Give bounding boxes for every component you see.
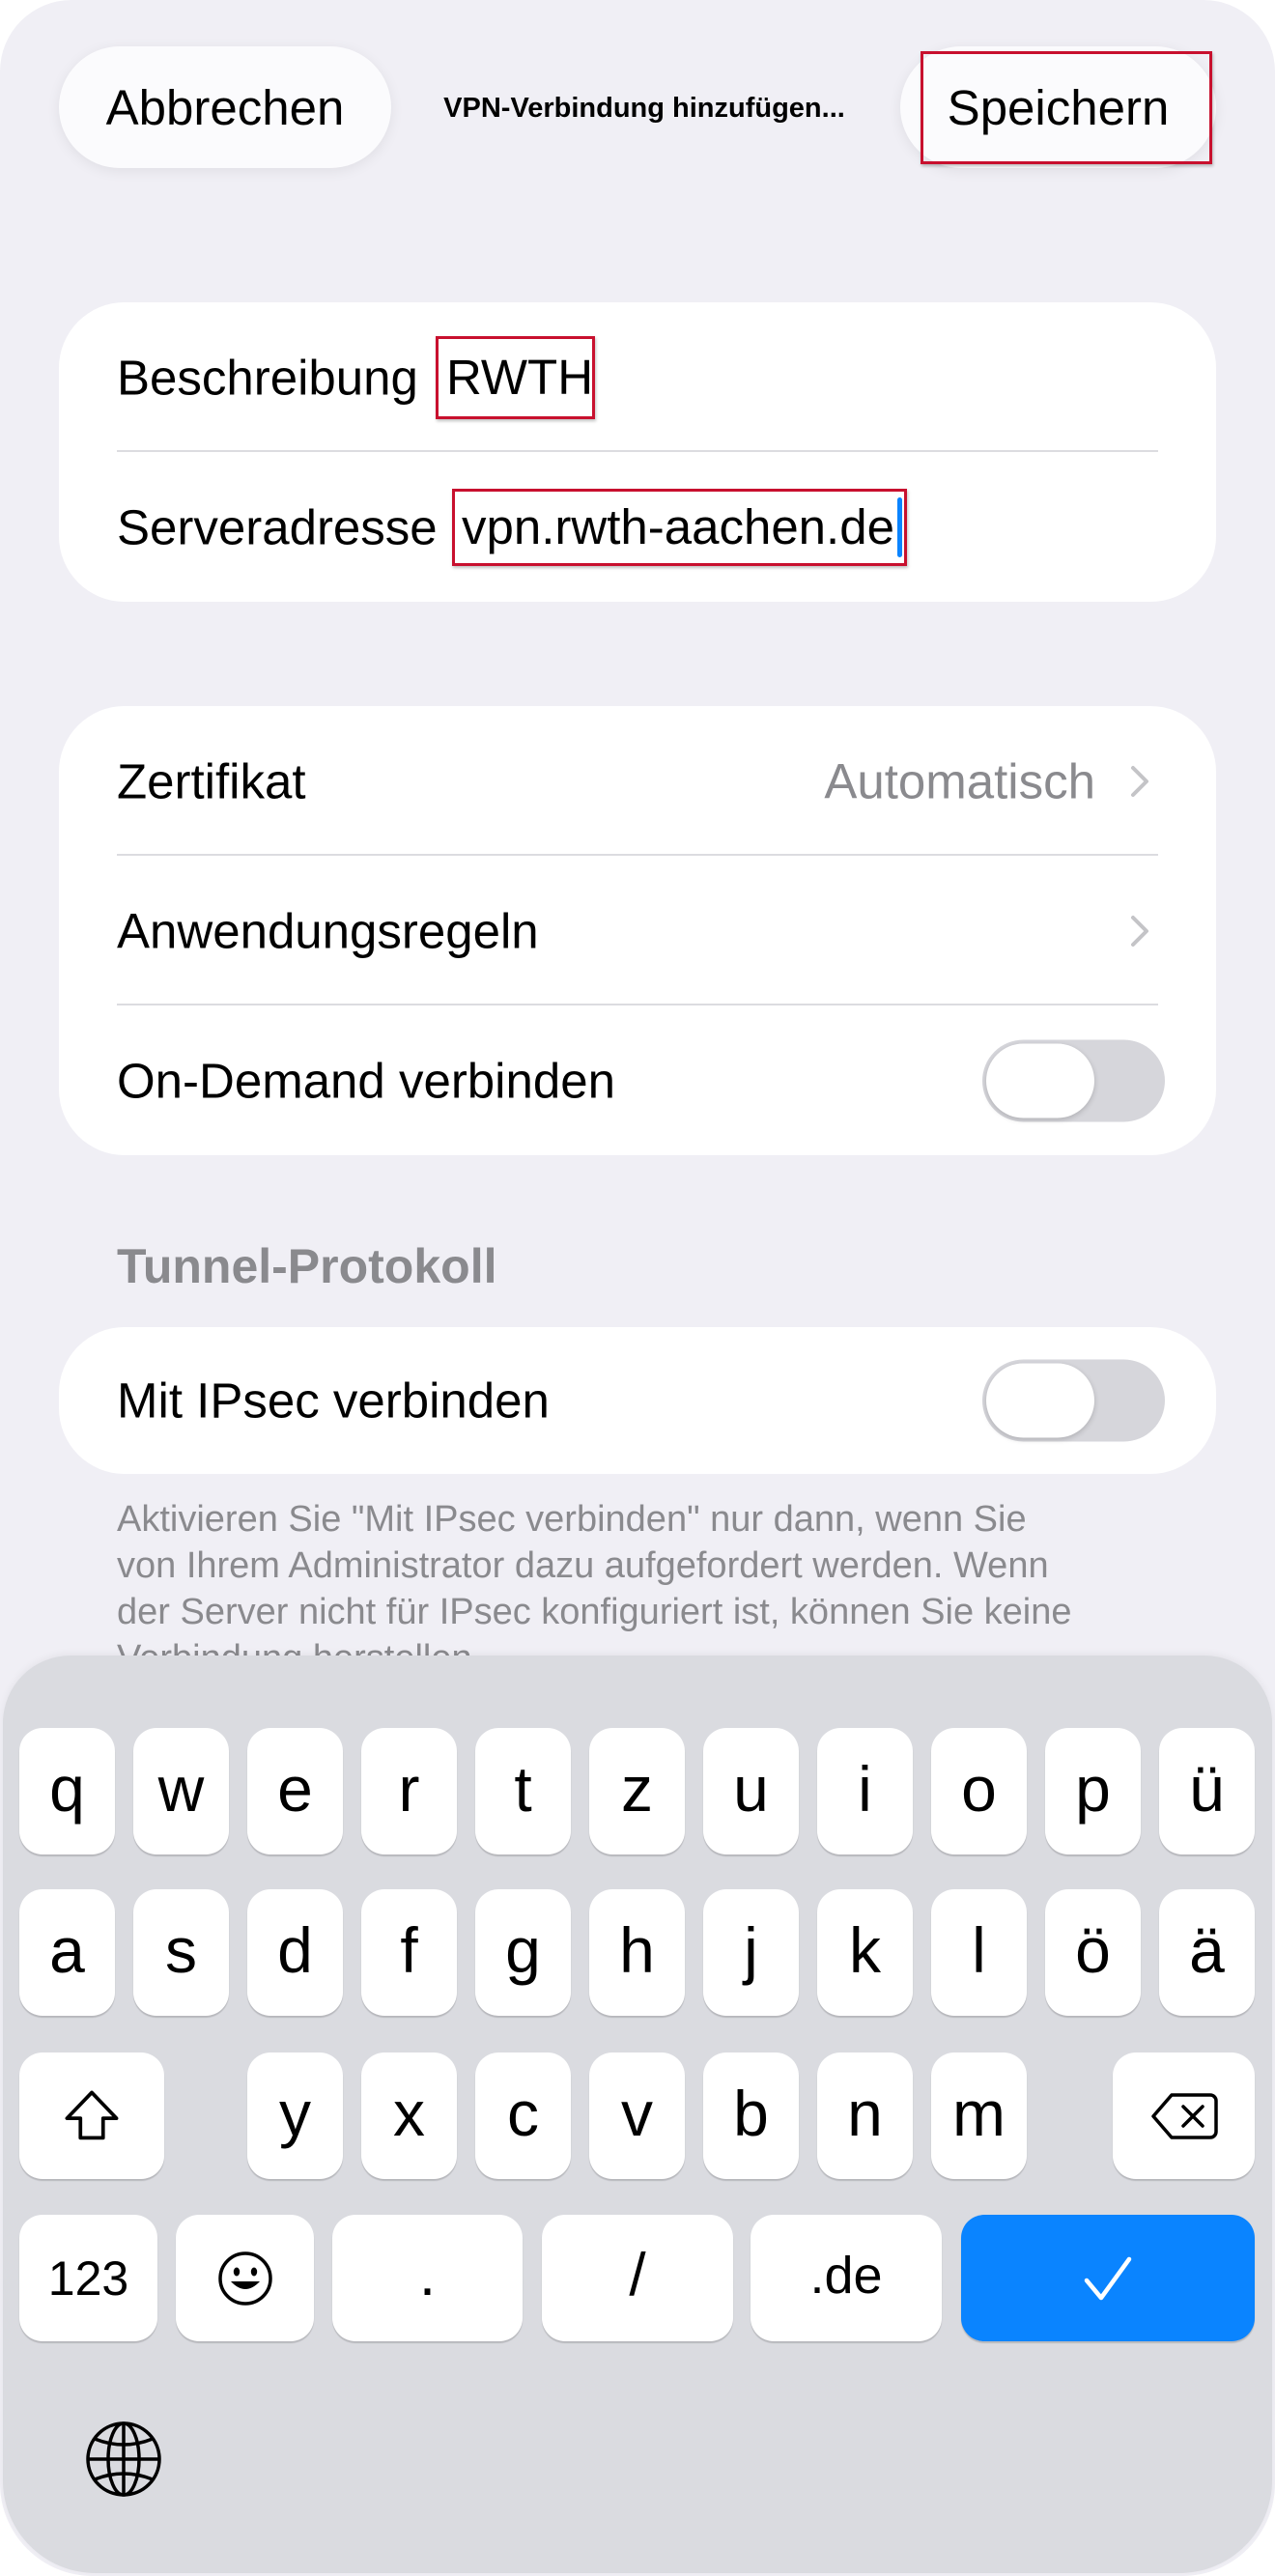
server-label: Serveradresse: [117, 499, 438, 554]
footer-line: von Ihrem Administrator dazu aufgeforder…: [117, 1545, 1049, 1586]
key-u[interactable]: u: [703, 1728, 799, 1854]
sheet-title: VPN-Verbindung hinzufügen...: [443, 93, 845, 124]
footer-line: der Server nicht für IPsec konfiguriert …: [117, 1592, 1072, 1632]
text-cursor: [896, 496, 902, 557]
on-demand-toggle[interactable]: [982, 1039, 1165, 1121]
key-n[interactable]: n: [817, 2052, 913, 2179]
ipsec-toggle[interactable]: [982, 1359, 1165, 1442]
key-x[interactable]: x: [361, 2052, 457, 2179]
key-a-umlaut[interactable]: ä: [1159, 1889, 1255, 2016]
chevron-right-icon: [1131, 915, 1148, 947]
cancel-button[interactable]: Abbrechen: [59, 46, 391, 168]
key-j[interactable]: j: [703, 1889, 799, 2016]
description-field[interactable]: RWTH: [436, 335, 595, 419]
key-u-umlaut[interactable]: ü: [1159, 1728, 1255, 1854]
key-c[interactable]: c: [475, 2052, 571, 2179]
key-h[interactable]: h: [589, 1889, 685, 2016]
slash-key[interactable]: /: [542, 2215, 733, 2341]
key-e[interactable]: e: [247, 1728, 343, 1854]
key-o-umlaut[interactable]: ö: [1045, 1889, 1141, 2016]
key-k[interactable]: k: [817, 1889, 913, 2016]
toggle-knob: [986, 1363, 1094, 1438]
domain-key[interactable]: .de: [751, 2215, 942, 2341]
key-f[interactable]: f: [361, 1889, 457, 2016]
cancel-label: Abbrechen: [105, 79, 345, 135]
numbers-key[interactable]: 123: [19, 2215, 157, 2341]
description-value: RWTH: [446, 350, 594, 405]
delete-key[interactable]: [1113, 2052, 1255, 2179]
save-button[interactable]: Speichern: [900, 46, 1216, 168]
settings-card: Zertifikat Automatisch Anwendungsregeln …: [59, 706, 1216, 1155]
period-key[interactable]: .: [332, 2215, 523, 2341]
ipsec-label: Mit IPsec verbinden: [117, 1373, 550, 1429]
checkmark-icon: [1084, 2256, 1132, 2300]
footer-line: Aktivieren Sie "Mit IPsec verbinden" nur…: [117, 1499, 1027, 1540]
tunnel-card: Mit IPsec verbinden: [59, 1327, 1216, 1474]
key-v[interactable]: v: [589, 2052, 685, 2179]
key-m[interactable]: m: [931, 2052, 1027, 2179]
key-g[interactable]: g: [475, 1889, 571, 2016]
server-field[interactable]: vpn.rwth-aachen.de: [452, 488, 907, 566]
on-demand-label: On-Demand verbinden: [117, 1053, 615, 1108]
rules-label: Anwendungsregeln: [117, 903, 539, 958]
key-r[interactable]: r: [361, 1728, 457, 1854]
emoji-icon: [217, 2250, 272, 2306]
key-q[interactable]: q: [19, 1728, 115, 1854]
description-row[interactable]: Beschreibung RWTH: [59, 302, 1216, 452]
key-o[interactable]: o: [931, 1728, 1027, 1854]
server-row[interactable]: Serveradresse vpn.rwth-aachen.de: [59, 452, 1216, 602]
ipsec-row: Mit IPsec verbinden: [59, 1327, 1216, 1474]
shift-key[interactable]: [19, 2052, 164, 2179]
key-b[interactable]: b: [703, 2052, 799, 2179]
screen: Abbrechen VPN-Verbindung hinzufügen... S…: [0, 0, 1275, 2576]
server-value: vpn.rwth-aachen.de: [462, 499, 894, 554]
globe-icon[interactable]: [84, 2420, 163, 2499]
section-title-tunnel: Tunnel-Protokoll: [117, 1239, 497, 1293]
return-key[interactable]: [961, 2215, 1255, 2341]
certificate-value: Automatisch: [824, 753, 1095, 808]
connection-card: Beschreibung RWTH Serveradresse vpn.rwth…: [59, 302, 1216, 602]
key-i[interactable]: i: [817, 1728, 913, 1854]
emoji-key[interactable]: [176, 2215, 314, 2341]
key-a[interactable]: a: [19, 1889, 115, 2016]
certificate-row[interactable]: Zertifikat Automatisch: [59, 706, 1216, 856]
key-w[interactable]: w: [133, 1728, 229, 1854]
description-label: Beschreibung: [117, 350, 418, 405]
on-demand-row: On-Demand verbinden: [59, 1005, 1216, 1155]
key-p[interactable]: p: [1045, 1728, 1141, 1854]
toggle-knob: [986, 1043, 1094, 1118]
key-d[interactable]: d: [247, 1889, 343, 2016]
ipsec-footer-note: Aktivieren Sie "Mit IPsec verbinden" nur…: [117, 1496, 1071, 1682]
delete-icon: [1150, 2092, 1218, 2139]
rules-row[interactable]: Anwendungsregeln: [59, 856, 1216, 1005]
shift-icon: [65, 2090, 119, 2139]
key-y[interactable]: y: [247, 2052, 343, 2179]
annotation-box: [921, 51, 1212, 164]
keyboard: q w e r t z u i o p ü a s d f g h j k l …: [0, 1656, 1275, 2576]
certificate-label: Zertifikat: [117, 753, 306, 808]
key-z[interactable]: z: [589, 1728, 685, 1854]
key-t[interactable]: t: [475, 1728, 571, 1854]
key-s[interactable]: s: [133, 1889, 229, 2016]
chevron-right-icon: [1131, 765, 1148, 797]
key-l[interactable]: l: [931, 1889, 1027, 2016]
